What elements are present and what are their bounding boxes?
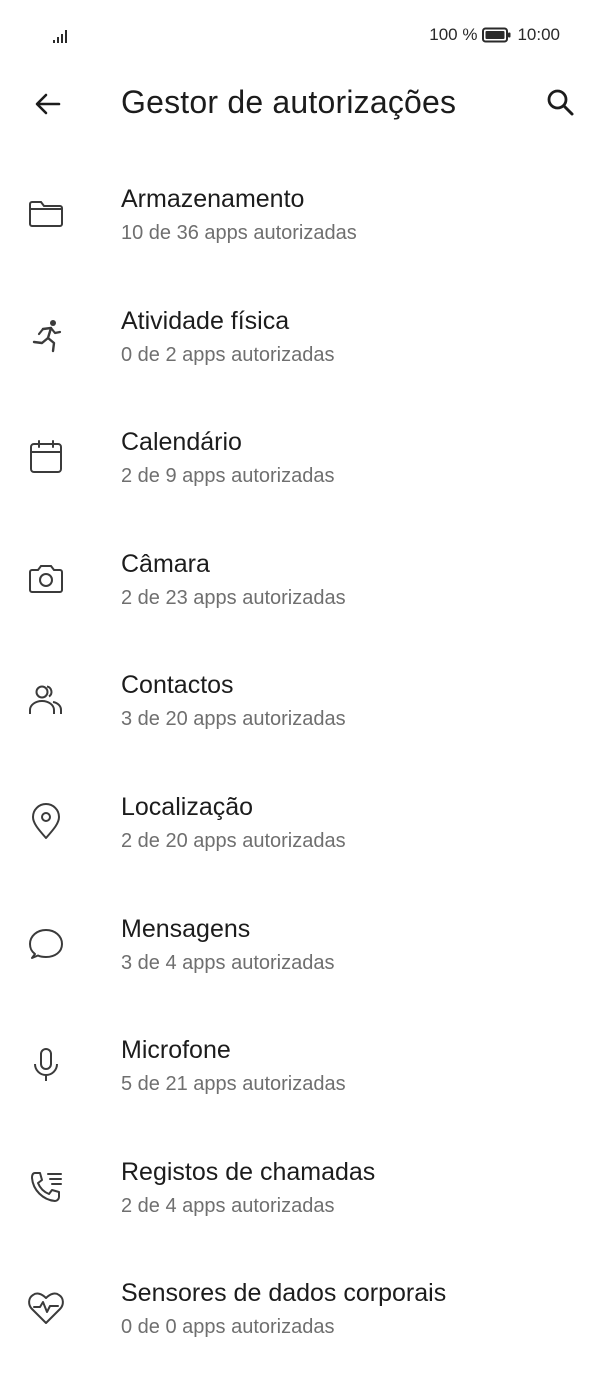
- list-item-calendario[interactable]: Calendário 2 de 9 apps autorizadas: [0, 403, 602, 525]
- item-title: Mensagens: [121, 914, 251, 943]
- list-item-mensagens[interactable]: Mensagens 3 de 4 apps autorizadas: [0, 890, 602, 1012]
- arrow-back-icon: [33, 89, 63, 119]
- location-pin-icon: [26, 802, 66, 842]
- camera-icon: [26, 559, 66, 599]
- search-icon: [545, 87, 575, 117]
- calendar-icon: [26, 437, 66, 477]
- list-item-microfone[interactable]: Microfone 5 de 21 apps autorizadas: [0, 1011, 602, 1133]
- item-title: Localização: [121, 792, 254, 821]
- item-subtitle: 2 de 20 apps autorizadas: [121, 829, 346, 852]
- list-item-atividade-fisica[interactable]: Atividade física 0 de 2 apps autorizadas: [0, 282, 602, 404]
- search-button[interactable]: [540, 82, 580, 122]
- list-item-localizacao[interactable]: Localização 2 de 20 apps autorizadas: [0, 768, 602, 890]
- battery-full-icon: [482, 27, 512, 43]
- status-bar: 100 % 10:00: [0, 0, 602, 72]
- item-subtitle: 3 de 4 apps autorizadas: [121, 951, 335, 974]
- item-subtitle: 3 de 20 apps autorizadas: [121, 708, 346, 731]
- item-subtitle: 0 de 0 apps autorizadas: [121, 1316, 335, 1339]
- item-title: Câmara: [121, 549, 210, 578]
- list-item-contactos[interactable]: Contactos 3 de 20 apps autorizadas: [0, 646, 602, 768]
- message-bubble-icon: [26, 924, 66, 964]
- item-title: Contactos: [121, 671, 234, 700]
- item-subtitle: 2 de 4 apps autorizadas: [121, 1194, 335, 1217]
- item-title: Armazenamento: [121, 185, 305, 213]
- item-title: Microfone: [121, 1036, 231, 1065]
- item-subtitle: 5 de 21 apps autorizadas: [121, 1073, 346, 1096]
- call-log-icon: [26, 1167, 66, 1207]
- list-item-camara[interactable]: Câmara 2 de 23 apps autorizadas: [0, 525, 602, 647]
- item-title: Atividade física: [121, 306, 290, 335]
- microphone-icon: [26, 1045, 66, 1085]
- permissions-list: Armazenamento 10 de 36 apps autorizadas …: [0, 160, 602, 1376]
- signal-bars-icon: [52, 28, 72, 44]
- item-subtitle: 0 de 2 apps autorizadas: [121, 343, 335, 366]
- battery-percent: 100 %: [429, 25, 478, 44]
- contacts-icon: [26, 680, 66, 720]
- item-title: Registos de chamadas: [121, 1157, 376, 1186]
- item-subtitle: 2 de 23 apps autorizadas: [121, 586, 346, 609]
- item-title: Sensores de dados corporais: [121, 1279, 447, 1308]
- clock: 10:00: [517, 25, 560, 44]
- item-title: Calendário: [121, 428, 242, 457]
- folder-icon: [26, 194, 66, 234]
- running-person-icon: [26, 316, 66, 356]
- heart-rate-icon: [26, 1288, 66, 1328]
- status-right: 100 % 10:00: [429, 25, 560, 45]
- item-subtitle: 2 de 9 apps autorizadas: [121, 465, 335, 488]
- app-bar: Gestor de autorizações: [0, 72, 602, 134]
- page-title: Gestor de autorizações: [121, 84, 457, 120]
- list-item-registos-de-chamadas[interactable]: Registos de chamadas 2 de 4 apps autoriz…: [0, 1133, 602, 1255]
- list-item-armazenamento[interactable]: Armazenamento 10 de 36 apps autorizadas: [0, 160, 602, 282]
- back-button[interactable]: [28, 84, 68, 124]
- list-item-sensores-de-dados-corporais[interactable]: Sensores de dados corporais 0 de 0 apps …: [0, 1254, 602, 1376]
- item-subtitle: 10 de 36 apps autorizadas: [121, 222, 357, 244]
